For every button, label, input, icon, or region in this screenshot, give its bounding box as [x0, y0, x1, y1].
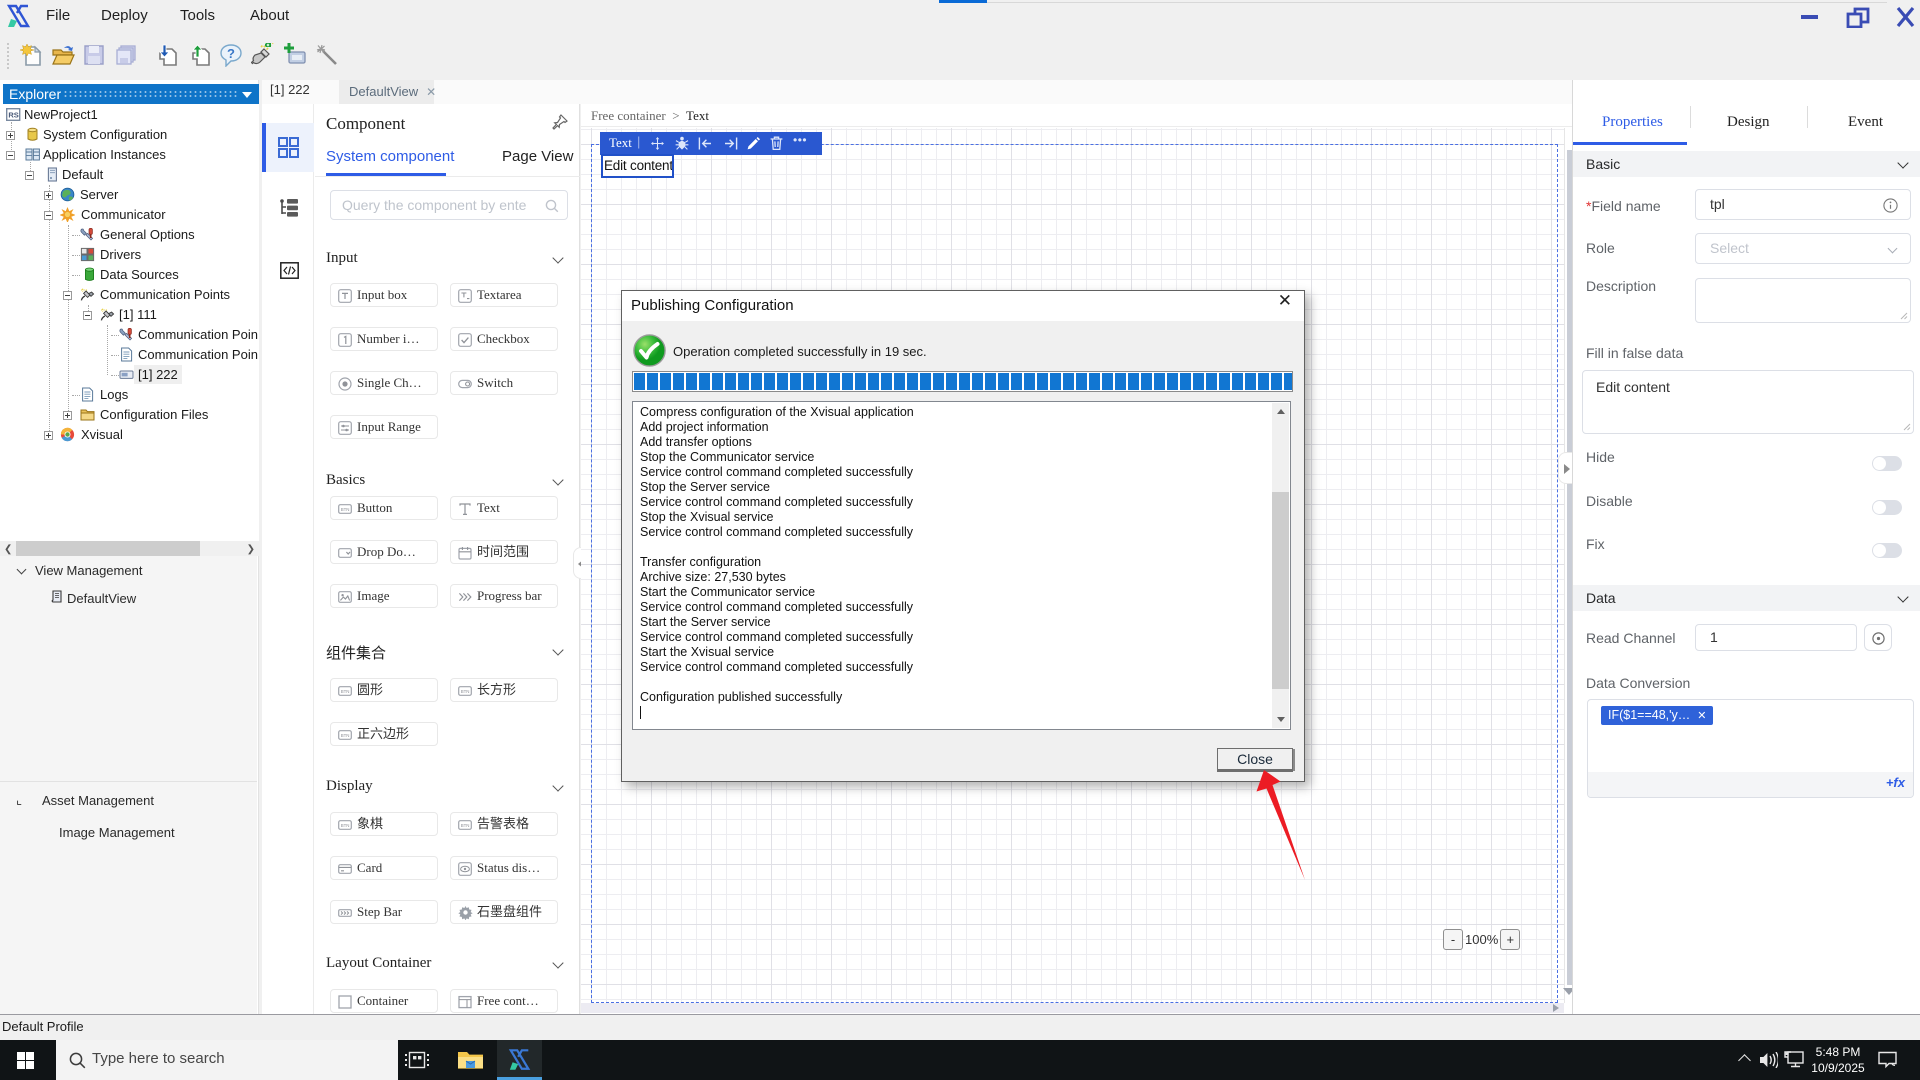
svg-text:BTN: BTN	[341, 823, 350, 828]
svg-text:BTN: BTN	[461, 823, 470, 828]
svg-text:BTN: BTN	[461, 689, 470, 694]
svg-text:RS: RS	[8, 111, 18, 120]
svg-text:BTN: BTN	[341, 507, 350, 512]
svg-text:?: ?	[227, 46, 235, 61]
svg-text:BTN: BTN	[341, 733, 350, 738]
svg-text:BTN: BTN	[341, 689, 350, 694]
